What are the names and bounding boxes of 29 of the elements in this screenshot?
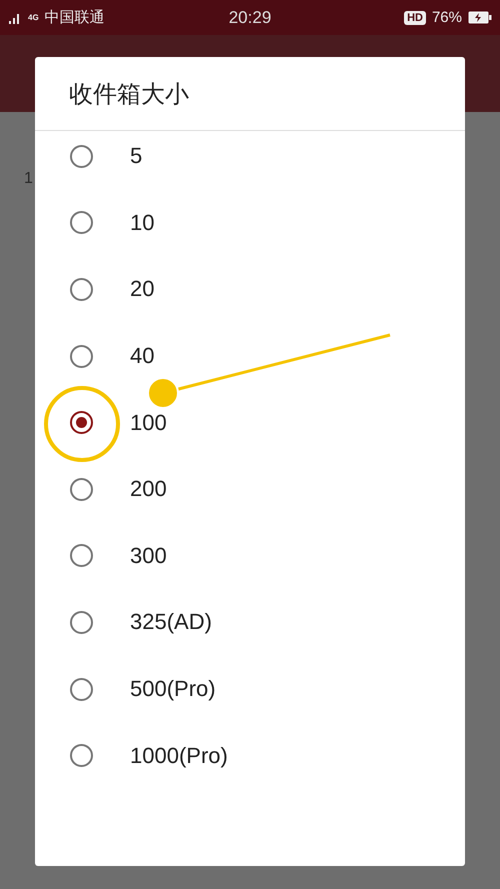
option-label[interactable]: 10 — [130, 210, 154, 236]
hd-badge: HD — [404, 10, 426, 24]
setting-value: 1 — [24, 170, 34, 188]
option-label[interactable]: 1000(Pro) — [130, 742, 228, 769]
option-label[interactable]: 325(AD) — [130, 609, 212, 636]
radio-button[interactable] — [70, 678, 93, 701]
option-label[interactable]: 100 — [130, 410, 167, 436]
clock: 20:29 — [228, 8, 272, 28]
battery-icon — [468, 11, 492, 24]
radio-button[interactable] — [70, 544, 93, 568]
option-label[interactable]: 5 — [130, 143, 142, 170]
radio-button[interactable] — [70, 144, 93, 168]
battery-percent: 76% — [432, 9, 462, 26]
radio-button[interactable] — [70, 278, 93, 301]
radio-button[interactable] — [70, 344, 93, 368]
option-label[interactable]: 40 — [130, 343, 154, 370]
radio-button[interactable] — [70, 744, 93, 768]
radio-button[interactable] — [70, 610, 93, 634]
carrier-name: 中国联通 — [44, 8, 105, 27]
option-label[interactable]: 20 — [130, 276, 154, 302]
option-label[interactable]: 500(Pro) — [130, 676, 216, 702]
network-label: 4G — [28, 13, 39, 22]
option-label[interactable]: 200 — [130, 476, 167, 502]
radio-button[interactable] — [70, 478, 93, 501]
radio-button[interactable] — [70, 211, 93, 234]
dialog-title: 收件箱大小 — [35, 57, 465, 131]
radio-button[interactable] — [70, 411, 93, 434]
option-label[interactable]: 300 — [130, 542, 167, 569]
signal-icon — [8, 12, 22, 24]
